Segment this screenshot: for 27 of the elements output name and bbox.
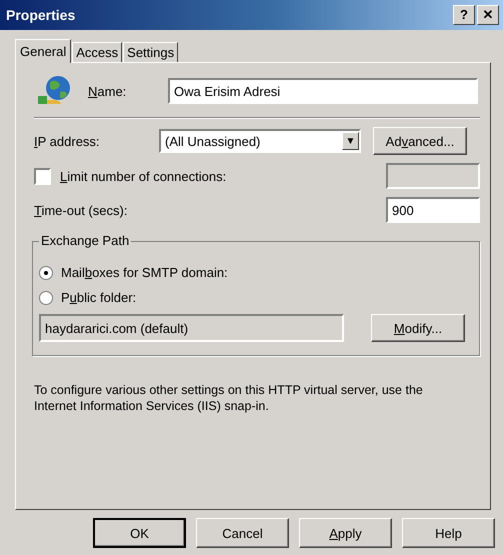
- path-field: haydararici.com (default): [39, 314, 344, 342]
- radio-button[interactable]: [39, 266, 53, 280]
- name-label: Name:: [88, 84, 128, 98]
- timeout-field[interactable]: 900: [386, 197, 480, 223]
- ip-address-dropdown[interactable]: (All Unassigned) ▼: [159, 129, 361, 153]
- tab[interactable]: Settings: [123, 42, 178, 62]
- name-field[interactable]: Owa Erisim Adresi: [168, 78, 478, 104]
- ip-address-label: IP address:: [34, 134, 101, 148]
- dialog-button[interactable]: Cancel: [196, 518, 289, 548]
- close-button[interactable]: ✕: [477, 5, 499, 25]
- advanced-button[interactable]: Advanced...: [373, 127, 467, 155]
- help-button[interactable]: ?: [453, 5, 475, 25]
- limit-connections-label: Limit number of connections:: [60, 168, 226, 184]
- checkbox[interactable]: [34, 168, 51, 184]
- radio-label: Mailboxes for SMTP domain:: [61, 265, 228, 280]
- timeout-label: Time-out (secs):: [34, 202, 128, 218]
- tab[interactable]: Access: [72, 42, 122, 62]
- dialog-button[interactable]: Help: [402, 518, 495, 548]
- dialog-button[interactable]: OK: [93, 518, 186, 548]
- dialog-button[interactable]: Apply: [299, 518, 392, 548]
- radio-label: Public folder:: [61, 290, 136, 305]
- info-text: To configure various other settings on this HTTP virtual server, use the Internet Information Services (IIS) snap-in.: [34, 382, 424, 414]
- tab[interactable]: General: [15, 39, 72, 63]
- radio-button[interactable]: [39, 290, 53, 304]
- window-title: Properties: [6, 7, 76, 23]
- group-title: Exchange Path: [39, 233, 132, 248]
- modify-button[interactable]: Modify...: [371, 314, 465, 342]
